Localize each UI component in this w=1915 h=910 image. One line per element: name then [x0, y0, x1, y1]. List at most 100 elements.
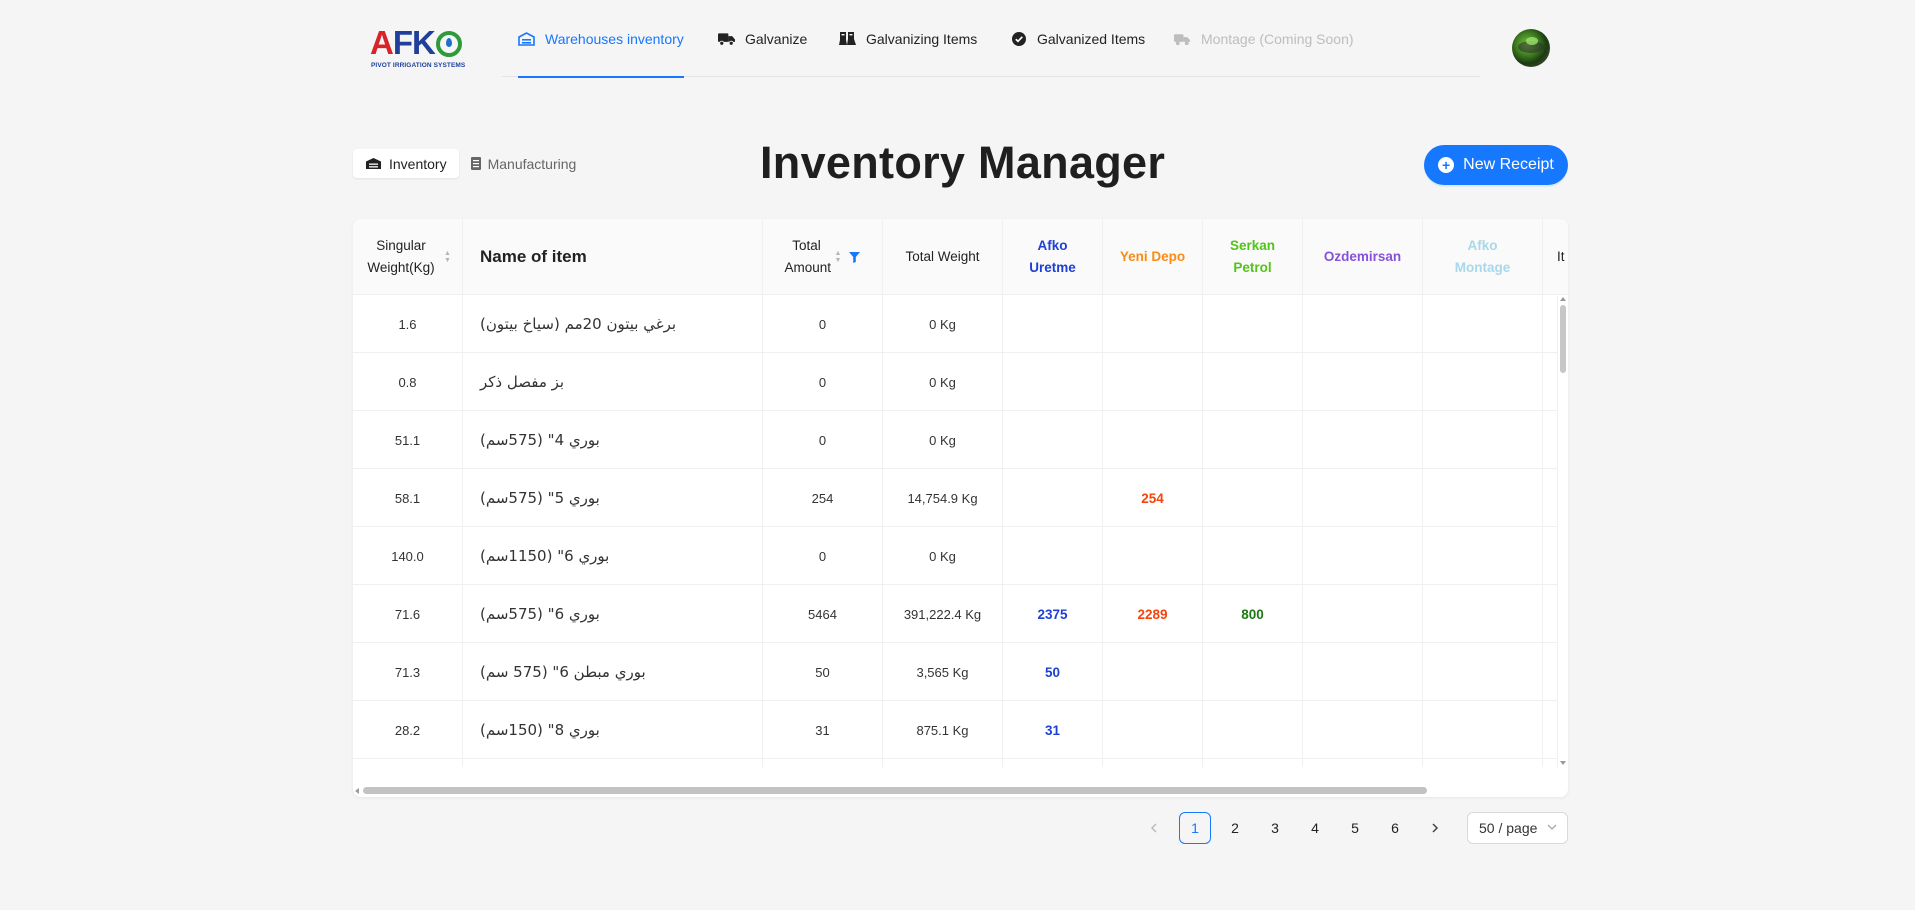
cell-weight: 71.3 [353, 643, 463, 701]
scroll-up-arrow[interactable] [1560, 297, 1566, 301]
flask-icon [839, 32, 856, 46]
nav-montage-coming-soon: Montage (Coming Soon) [1174, 0, 1354, 77]
column-header-singular-weight[interactable]: Singular Weight(Kg) ▲ ▼ [353, 219, 463, 295]
segment-label: Manufacturing [487, 155, 577, 172]
segment-manufacturing[interactable]: Manufacturing [459, 149, 589, 178]
page-title: Inventory Manager [760, 137, 1166, 188]
cell-yeni-depo [1103, 295, 1203, 353]
cell-name: بوري 6" (575سم) [463, 585, 763, 643]
table-cell [1203, 759, 1303, 767]
new-receipt-button[interactable]: + New Receipt [1424, 145, 1568, 185]
cell-serkan-petrol [1203, 411, 1303, 469]
table-cell [1103, 759, 1203, 767]
column-header-yeni-depo: Yeni Depo [1103, 219, 1203, 295]
cell-ozdemirsan [1303, 527, 1423, 585]
table-row[interactable]: 58.1 بوري 5" (575سم) 254 14,754.9 Kg 254 [353, 469, 1568, 527]
user-avatar[interactable] [1512, 29, 1550, 67]
cell-cut-off [1543, 411, 1558, 469]
cell-yeni-depo [1103, 643, 1203, 701]
column-header-total-weight: Total Weight [883, 219, 1003, 295]
cell-cut-off [1543, 701, 1558, 759]
cell-serkan-petrol: 800 [1203, 585, 1303, 643]
cell-name: بوري 8" (150سم) [463, 701, 763, 759]
cell-ozdemirsan [1303, 295, 1423, 353]
cell-serkan-petrol [1203, 643, 1303, 701]
segment-inventory[interactable]: Inventory [353, 149, 459, 178]
pagination-page-1[interactable]: 1 [1179, 812, 1211, 844]
scroll-down-arrow[interactable] [1560, 761, 1566, 765]
nav-label: Galvanize [745, 30, 808, 47]
pagination-next-button[interactable] [1419, 812, 1451, 844]
cell-cut-off [1543, 585, 1558, 643]
nav-label: Galvanized Items [1037, 30, 1146, 47]
cell-afko-uretme [1003, 411, 1103, 469]
table-row[interactable]: 51.1 بوري 4" (575سم) 0 0 Kg [353, 411, 1568, 469]
sort-icon[interactable]: ▲ ▼ [835, 250, 842, 264]
table-header: Singular Weight(Kg) ▲ ▼ Name of item Tota… [353, 219, 1568, 295]
column-header-cut-off: It [1557, 249, 1565, 264]
table-cell [1423, 759, 1543, 767]
cell-total-weight: 14,754.9 Kg [883, 469, 1003, 527]
pagination-page-2[interactable]: 2 [1219, 812, 1251, 844]
table-row[interactable]: 71.6 بوري 6" (575سم) 5464 391,222.4 Kg 2375 2… [353, 585, 1568, 643]
cell-name: برغي بيتون 20مم (سياخ بيتون) [463, 295, 763, 353]
truck-icon [718, 32, 735, 46]
table-row[interactable]: 140.0 بوري 6" (1150سم) 0 0 Kg [353, 527, 1568, 585]
nav-warehouses-inventory[interactable]: Warehouses inventory [518, 0, 684, 78]
cell-afko-uretme: 50 [1003, 643, 1103, 701]
cell-cut-off [1543, 643, 1558, 701]
cell-ozdemirsan [1303, 585, 1423, 643]
column-header-label: Serkan Petrol [1229, 238, 1276, 275]
table-row[interactable]: 28.2 بوري 8" (150سم) 31 875.1 Kg 31 [353, 701, 1568, 759]
sort-icon[interactable]: ▲ ▼ [444, 250, 451, 264]
cell-ozdemirsan [1303, 469, 1423, 527]
pagination-page-6[interactable]: 6 [1379, 812, 1411, 844]
cell-name: بوري 5" (575سم) [463, 469, 763, 527]
nav-label: Warehouses inventory [545, 30, 684, 47]
pagination-page-3[interactable]: 3 [1259, 812, 1291, 844]
nav-galvanized-items[interactable]: Galvanized Items [1010, 0, 1145, 77]
cell-cut-off [1543, 353, 1558, 411]
horizontal-scrollbar[interactable] [353, 785, 1568, 795]
pagination-page-5[interactable]: 5 [1339, 812, 1371, 844]
afko-logo[interactable]: AFK PIVOT IRRIGATION SYSTEMS [370, 24, 470, 74]
table-row[interactable] [353, 759, 1568, 767]
scroll-left-arrow[interactable] [355, 788, 359, 794]
nav-galvanizing-items[interactable]: Galvanizing Items [839, 0, 977, 77]
table-row[interactable]: 1.6 برغي بيتون 20مم (سياخ بيتون) 0 0 Kg [353, 295, 1568, 353]
cell-yeni-depo: 2289 [1103, 585, 1203, 643]
cell-afko-montage [1423, 469, 1543, 527]
table-row[interactable]: 71.3 بوري مبطن 6" (575 سم) 50 3,565 Kg 50 [353, 643, 1568, 701]
page-size-value: 50 / page [1479, 820, 1538, 836]
vertical-scrollbar[interactable] [1558, 295, 1568, 767]
cell-amount: 0 [763, 527, 883, 585]
cell-name: بوري 6" (1150سم) [463, 527, 763, 585]
cell-amount: 254 [763, 469, 883, 527]
cell-total-weight: 0 Kg [883, 353, 1003, 411]
column-header-ozdemirsan: Ozdemirsan [1303, 219, 1423, 295]
nav-label: Montage (Coming Soon) [1201, 30, 1354, 47]
top-navbar: AFK PIVOT IRRIGATION SYSTEMS Warehouses … [0, 0, 1915, 95]
cell-total-weight: 3,565 Kg [883, 643, 1003, 701]
table-cell [1303, 759, 1423, 767]
table-cell [763, 759, 883, 767]
cell-afko-uretme [1003, 527, 1103, 585]
cell-yeni-depo [1103, 527, 1203, 585]
table-row[interactable]: 0.8 بز مفصل ذكر 0 0 Kg [353, 353, 1568, 411]
pagination-page-4[interactable]: 4 [1299, 812, 1331, 844]
cell-serkan-petrol [1203, 701, 1303, 759]
column-header-serkan-petrol: Serkan Petrol [1203, 219, 1303, 295]
cell-ozdemirsan [1303, 411, 1423, 469]
filter-icon[interactable] [849, 251, 861, 263]
column-header-total-amount[interactable]: Total Amount ▲ ▼ [763, 219, 883, 295]
view-segmented-control: Inventory Manufacturing [353, 149, 588, 178]
cell-total-weight: 391,222.4 Kg [883, 585, 1003, 643]
page-size-select[interactable]: 50 / page [1467, 812, 1568, 844]
scroll-thumb[interactable] [1560, 305, 1566, 373]
scroll-thumb[interactable] [363, 787, 1427, 794]
nav-galvanize[interactable]: Galvanize [718, 0, 807, 77]
segment-label: Inventory [389, 155, 447, 172]
pagination-prev-button[interactable] [1138, 812, 1170, 844]
cell-amount: 0 [763, 411, 883, 469]
document-icon [470, 157, 481, 170]
